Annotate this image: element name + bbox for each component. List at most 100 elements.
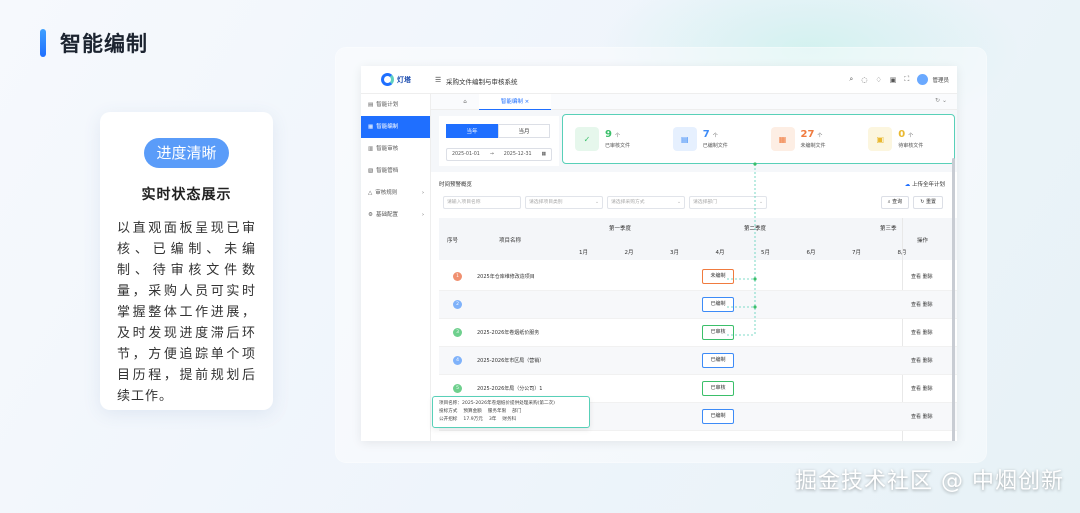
table-row[interactable]: 4 2025-2026年市区局（营销） 已编制 查看 删除	[439, 347, 957, 375]
reset-button[interactable]: ↻ 重置	[913, 196, 943, 209]
stat-icon: ▤	[672, 127, 697, 151]
department-select[interactable]: 请选择部门 ⌄	[689, 196, 767, 209]
project-name: 2025-2026年局（分公司）1	[477, 386, 543, 392]
topbar-actions: ⌕ ◌ ♢ ▣ ⛶ 管理员	[849, 74, 949, 85]
watermark: 掘金技术社区 @ 中烟创新	[795, 469, 1064, 494]
app-window: 灯塔 ☰ 采购文件编制与审核系统 ⌕ ◌ ♢ ▣ ⛶ 管理员 ▤ 智能计划 ▦ 智能…	[361, 66, 957, 441]
status-badge[interactable]: 已编制	[702, 409, 734, 424]
stat-value: 27 个	[800, 129, 823, 140]
message-icon[interactable]: ◌	[861, 76, 867, 84]
sidebar-item-rules[interactable]: △ 审核规则 ›	[361, 182, 430, 204]
chevron-down-icon: ⌄	[594, 200, 599, 205]
project-name-input[interactable]: 请输入项目名称	[443, 196, 521, 209]
avatar	[917, 74, 929, 85]
project-tooltip: 项目名称：2025-2026年卷烟纸价提供处理采购(第二次) 投标方式 预算金额服…	[432, 396, 590, 428]
row-index: 5	[453, 384, 462, 393]
stat-card: ▤ 7个 已编制文件	[661, 115, 759, 163]
stat-label: 已编制文件	[702, 143, 728, 149]
table-row[interactable]: 1 2025年仓库维修改造项目 未编制 查看 删除	[439, 263, 957, 291]
search-icon[interactable]: ⌕	[849, 75, 853, 84]
purchase-method-select[interactable]: 请选择采购方式 ⌄	[607, 196, 685, 209]
stat-value: 9个	[605, 129, 620, 140]
menu-toggle-icon[interactable]: ☰	[435, 76, 441, 84]
stat-icon: ▦	[770, 127, 795, 151]
upload-icon: ☁	[904, 182, 911, 188]
row-index: 2	[453, 300, 462, 309]
status-badge[interactable]: 已审核	[702, 381, 734, 396]
this-month-button[interactable]: 当月	[498, 124, 550, 138]
feature-card: 进度清晰 实时状态展示 以直观面板呈现已审核、已编制、未编制、待审核文件数量，采…	[100, 112, 273, 410]
stat-card: ✓ 9个 已审核文件	[563, 115, 661, 163]
row-actions[interactable]: 查看 删除	[911, 385, 933, 392]
scrollbar[interactable]	[952, 158, 955, 441]
status-badge[interactable]: 已审核	[702, 325, 734, 340]
slide-title-text: 智能编制	[60, 32, 148, 56]
stat-icon: ✓	[575, 127, 599, 151]
tab-compile[interactable]: 智能编制 ×	[479, 94, 551, 110]
query-button[interactable]: ⌕ 查询	[880, 196, 910, 209]
status-badge[interactable]: 未编制	[702, 269, 734, 284]
sidebar-item-review[interactable]: ▥ 智能审核	[361, 138, 430, 160]
app-topbar: 灯塔 ☰ 采购文件编制与审核系统 ⌕ ◌ ♢ ▣ ⛶ 管理员	[361, 66, 957, 94]
chevron-right-icon: ›	[422, 212, 424, 218]
row-actions[interactable]: 查看 删除	[911, 413, 933, 420]
status-badge[interactable]: 已编制	[702, 297, 734, 312]
this-year-button[interactable]: 当年	[446, 124, 498, 138]
chevron-down-icon: ⌄	[758, 200, 763, 205]
feature-description: 以直观面板呈现已审核、已编制、未编制、待审核文件数量，采购人员可实时掌握整体工作…	[117, 221, 256, 404]
date-range-input[interactable]: 2025-01-01 → 2025-12-31 ▦	[446, 148, 552, 161]
sidebar-item-archive[interactable]: ▧ 智能管档	[361, 160, 430, 182]
table-row[interactable]: 3 2025-2026年卷烟纸价服务 已审核 查看 删除	[439, 319, 957, 347]
col-q2: 第二季度	[744, 226, 767, 232]
sidebar-item-config[interactable]: ⚙ 基础配置 ›	[361, 204, 430, 226]
chevron-down-icon: ⌄	[676, 200, 681, 205]
project-category-select[interactable]: 请选择项目类别 ⌄	[525, 196, 603, 209]
notification-icon[interactable]: ♢	[875, 76, 881, 84]
month-label: 7月	[852, 250, 861, 256]
plan-icon: ▤	[368, 102, 374, 108]
calendar-icon: ▦	[541, 152, 547, 157]
row-actions[interactable]: 查看 删除	[911, 357, 933, 364]
feature-pill: 进度清晰	[144, 138, 229, 168]
upload-plan-button[interactable]: ☁ 上传全年计划	[905, 180, 945, 188]
fullscreen-icon[interactable]: ⛶	[904, 75, 909, 84]
system-title: 采购文件编制与审核系统	[446, 78, 518, 86]
row-actions[interactable]: 查看 删除	[911, 301, 933, 308]
col-name: 项目名称	[499, 238, 522, 244]
refresh-icon: ↻	[920, 199, 925, 205]
month-label: 6月	[806, 250, 816, 256]
month-label: 3月	[670, 250, 679, 256]
panel-title: 时间预警概览	[439, 182, 473, 188]
filter-bar: 请输入项目名称 请选择项目类别 ⌄ 请选择采购方式 ⌄ 请选择部门 ⌄	[443, 196, 767, 209]
month-label: 1月	[579, 250, 588, 256]
table-header: 序号 项目名称 第一季度 第二季度 第三季 操作 1月2月3月4月5月6月7月8…	[439, 218, 957, 260]
row-actions[interactable]: 查看 删除	[911, 329, 933, 336]
status-badge[interactable]: 已编制	[702, 353, 734, 368]
rules-icon: △	[368, 190, 373, 196]
user-menu[interactable]: 管理员	[917, 74, 949, 85]
search-icon: ⌕	[887, 199, 891, 205]
row-actions[interactable]: 查看 删除	[911, 273, 933, 280]
warning-panel: 时间预警概览 ☁ 上传全年计划 请输入项目名称 请选择项目类别 ⌄ 请选择采购方式…	[431, 172, 957, 441]
month-label: 5月	[761, 250, 770, 256]
tab-controls[interactable]: ↻ ⌄	[935, 97, 947, 104]
app-logo[interactable]: 灯塔	[381, 73, 411, 86]
row-index: 4	[453, 356, 462, 365]
month-label: 2月	[624, 250, 634, 256]
table-row[interactable]: 2 已编制 查看 删除	[439, 291, 957, 319]
compile-icon: ▦	[368, 124, 374, 130]
logo-text: 灯塔	[397, 75, 411, 84]
col-q3: 第三季	[880, 226, 897, 232]
stat-card: ▦ 27 个 未编制文件	[759, 115, 857, 163]
screen-icon[interactable]: ▣	[890, 76, 897, 84]
date-filter: 当年 当月 2025-01-01 → 2025-12-31 ▦	[439, 116, 559, 166]
project-name: 2025-2026年卷烟纸价服务	[477, 330, 540, 336]
month-label: 4月	[715, 250, 725, 256]
col-q1: 第一季度	[609, 226, 632, 232]
close-icon[interactable]: ×	[525, 99, 530, 105]
sidebar-item-compile[interactable]: ▦ 智能编制	[361, 116, 430, 138]
col-no: 序号	[447, 238, 459, 244]
sidebar-item-plan[interactable]: ▤ 智能计划	[361, 94, 430, 116]
title-accent-bar	[40, 29, 46, 57]
stat-value: 0个	[898, 129, 914, 140]
